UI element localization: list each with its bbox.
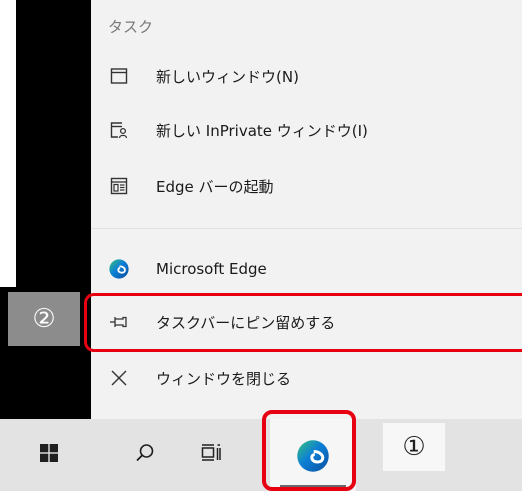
step-1-number: ① <box>402 432 426 462</box>
search-button[interactable] <box>122 419 168 491</box>
close-window-label: ウィンドウを閉じる <box>156 369 292 388</box>
task-view-icon <box>200 442 222 468</box>
new-window-label: 新しいウィンドウ(N) <box>156 67 299 86</box>
close-window-item[interactable]: ウィンドウを閉じる <box>91 358 522 398</box>
start-button[interactable] <box>26 419 72 491</box>
window-icon <box>108 65 130 87</box>
pin-to-taskbar-item[interactable]: タスクバーにピン留めする <box>91 302 522 342</box>
edge-bar-icon <box>108 175 130 197</box>
tasks-section-header: タスク <box>108 18 154 36</box>
search-icon <box>134 442 156 468</box>
edge-logo-icon <box>108 258 130 280</box>
task-view-button[interactable] <box>188 419 234 491</box>
taskbar-edge-button[interactable] <box>270 419 356 491</box>
new-inprivate-window-label: 新しい InPrivate ウィンドウ(I) <box>156 121 368 140</box>
close-icon <box>108 367 130 389</box>
launch-edge-bar-label: Edge バーの起動 <box>156 177 274 196</box>
new-window-item[interactable]: 新しいウィンドウ(N) <box>91 56 522 96</box>
pin-icon <box>108 311 130 333</box>
step-2-number: ② <box>32 304 56 334</box>
windows-logo-icon <box>39 443 59 467</box>
jump-list-separator <box>91 228 522 229</box>
step-2-marker: ② <box>8 292 80 346</box>
microsoft-edge-label: Microsoft Edge <box>156 260 267 278</box>
step-1-marker: ① <box>383 423 445 471</box>
launch-edge-bar-item[interactable]: Edge バーの起動 <box>91 166 522 206</box>
inprivate-window-icon <box>108 119 130 141</box>
active-app-indicator <box>280 485 346 488</box>
microsoft-edge-item[interactable]: Microsoft Edge <box>91 249 522 289</box>
edge-logo-icon <box>295 438 331 478</box>
new-inprivate-window-item[interactable]: 新しい InPrivate ウィンドウ(I) <box>91 110 522 150</box>
desktop-edge <box>0 0 16 287</box>
screen: タスク 新しいウィンドウ(N) 新しい InPrivate ウィンドウ(I) E… <box>0 0 522 491</box>
pin-to-taskbar-label: タスクバーにピン留めする <box>156 313 336 332</box>
